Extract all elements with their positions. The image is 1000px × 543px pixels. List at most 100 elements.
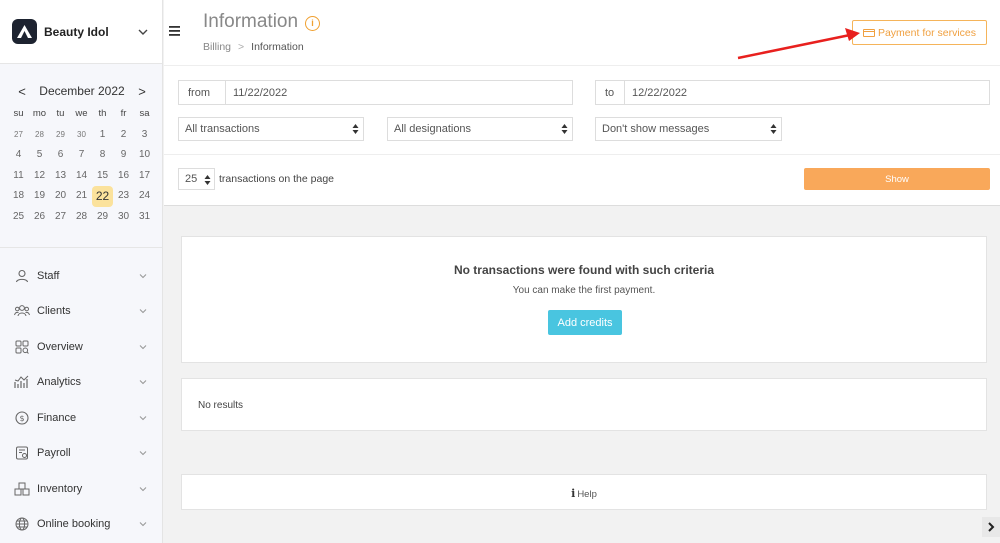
calendar-day[interactable]: 18 [8,186,29,207]
sidebar-item-clients[interactable]: Clients [0,294,162,330]
calendar-day[interactable]: 7 [71,145,92,166]
calendar-day[interactable]: 5 [29,145,50,166]
calendar-day[interactable]: 15 [92,166,113,187]
scroll-right-button[interactable] [982,517,1000,537]
empty-state-subtitle: You can make the first payment. [512,285,656,296]
payment-for-services-button[interactable]: Payment for services [852,20,987,45]
globe-icon [14,516,30,532]
calendar-next-button[interactable]: > [136,84,148,99]
calendar-day[interactable]: 3 [134,125,155,146]
svg-text:$: $ [19,414,24,423]
sidebar-item-staff[interactable]: Staff [0,258,162,294]
empty-state-card: No transactions were found with such cri… [181,236,987,363]
calendar-day[interactable]: 17 [134,166,155,187]
user-icon [14,268,30,284]
calendar-day[interactable]: 8 [92,145,113,166]
sidebar-item-label: Inventory [37,482,83,495]
calendar-day[interactable]: 20 [50,186,71,207]
sidebar-item-label: Clients [37,305,71,318]
transactions-select[interactable]: All transactions [178,117,364,141]
calendar-day[interactable]: 6 [50,145,71,166]
calendar-day[interactable]: 16 [113,166,134,187]
analytics-icon [14,374,30,390]
date-from-field[interactable]: from 11/22/2022 [178,80,573,105]
calendar-day[interactable]: 29 [92,207,113,228]
messages-select[interactable]: Don't show messages [595,117,782,141]
calendar-day[interactable]: 24 [134,186,155,207]
menu-toggle-icon[interactable] [163,22,185,40]
calendar-day[interactable]: 1 [92,125,113,146]
sidebar-item-label: Analytics [37,376,82,389]
calendar-day[interactable]: 13 [50,166,71,187]
calendar-day[interactable]: 28 [29,125,50,146]
brand-switcher[interactable]: Beauty Idol [0,0,162,64]
select-arrows-icon [561,124,568,134]
select-arrows-icon [204,175,211,185]
chevron-down-icon [139,273,147,279]
help-link[interactable]: i Help [182,487,986,500]
calendar-day[interactable]: 19 [29,186,50,207]
empty-state-title: No transactions were found with such cri… [453,263,715,277]
chevron-down-icon [138,29,148,35]
breadcrumb-billing[interactable]: Billing [203,41,231,53]
show-button[interactable]: Show [804,168,990,190]
calendar-day[interactable]: 27 [8,125,29,146]
messages-select-value: Don't show messages [602,123,710,135]
calendar-day[interactable]: 27 [50,207,71,228]
payroll-icon [14,445,30,461]
grid-icon [14,339,30,355]
calendar-day[interactable]: 12 [29,166,50,187]
calendar-day[interactable]: 22 [92,186,113,207]
users-icon [14,303,30,319]
help-label: Help [577,489,597,500]
sidebar-item-online-booking[interactable]: Online booking [0,507,162,543]
boxes-icon [14,481,30,497]
calendar-day[interactable]: 2 [113,125,134,146]
per-page-select[interactable]: 25 [178,168,215,190]
calendar-day[interactable]: 23 [113,186,134,207]
date-to-value[interactable]: 12/22/2022 [625,81,989,104]
sidebar: Beauty Idol < December 2022 > su mo tu we th… [0,0,163,543]
add-credits-button[interactable]: Add credits [548,310,622,335]
calendar-day[interactable]: 11 [8,166,29,187]
per-page-text: transactions on the page [219,173,334,185]
calendar-prev-button[interactable]: < [16,84,28,99]
calendar-day[interactable]: 21 [71,186,92,207]
info-icon[interactable]: i [305,16,320,31]
brand-name: Beauty Idol [44,24,109,39]
sidebar-menu: Staff Clients Overview Analytics $ Finance Pay… [0,248,162,542]
payment-button-label: Payment for services [877,26,977,39]
help-card: i Help [181,474,987,510]
chevron-right-icon [988,522,995,532]
date-from-value[interactable]: 11/22/2022 [226,81,572,104]
calendar-day[interactable]: 29 [50,125,71,146]
date-to-field[interactable]: to 12/22/2022 [595,80,990,105]
mini-calendar: < December 2022 > su mo tu we th fr sa 27 28 29 30… [0,64,162,248]
calendar-weekday: fr [120,108,127,119]
chevron-down-icon [139,486,147,492]
calendar-day[interactable]: 26 [29,207,50,228]
sidebar-item-analytics[interactable]: Analytics [0,365,162,401]
calendar-day[interactable]: 25 [8,207,29,228]
sidebar-item-finance[interactable]: $ Finance [0,400,162,436]
filters-panel: from 11/22/2022 to 12/22/2022 All transa… [164,66,1000,206]
calendar-day[interactable]: 31 [134,207,155,228]
breadcrumb: Billing > Information [203,41,304,53]
calendar-day[interactable]: 10 [134,145,155,166]
designations-select[interactable]: All designations [387,117,573,141]
page-title: Information [203,11,299,32]
calendar-day[interactable]: 14 [71,166,92,187]
sidebar-item-inventory[interactable]: Inventory [0,471,162,507]
sidebar-item-payroll[interactable]: Payroll [0,436,162,472]
sidebar-item-overview[interactable]: Overview [0,329,162,365]
select-arrows-icon [770,124,777,134]
select-arrows-icon [352,124,359,134]
calendar-day[interactable]: 30 [113,207,134,228]
calendar-day[interactable]: 4 [8,145,29,166]
calendar-day[interactable]: 30 [71,125,92,146]
results-card: No results [181,378,987,431]
calendar-weekday: we [75,108,88,119]
calendar-day[interactable]: 9 [113,145,134,166]
per-page-control: 25 transactions on the page [178,168,334,190]
calendar-day[interactable]: 28 [71,207,92,228]
